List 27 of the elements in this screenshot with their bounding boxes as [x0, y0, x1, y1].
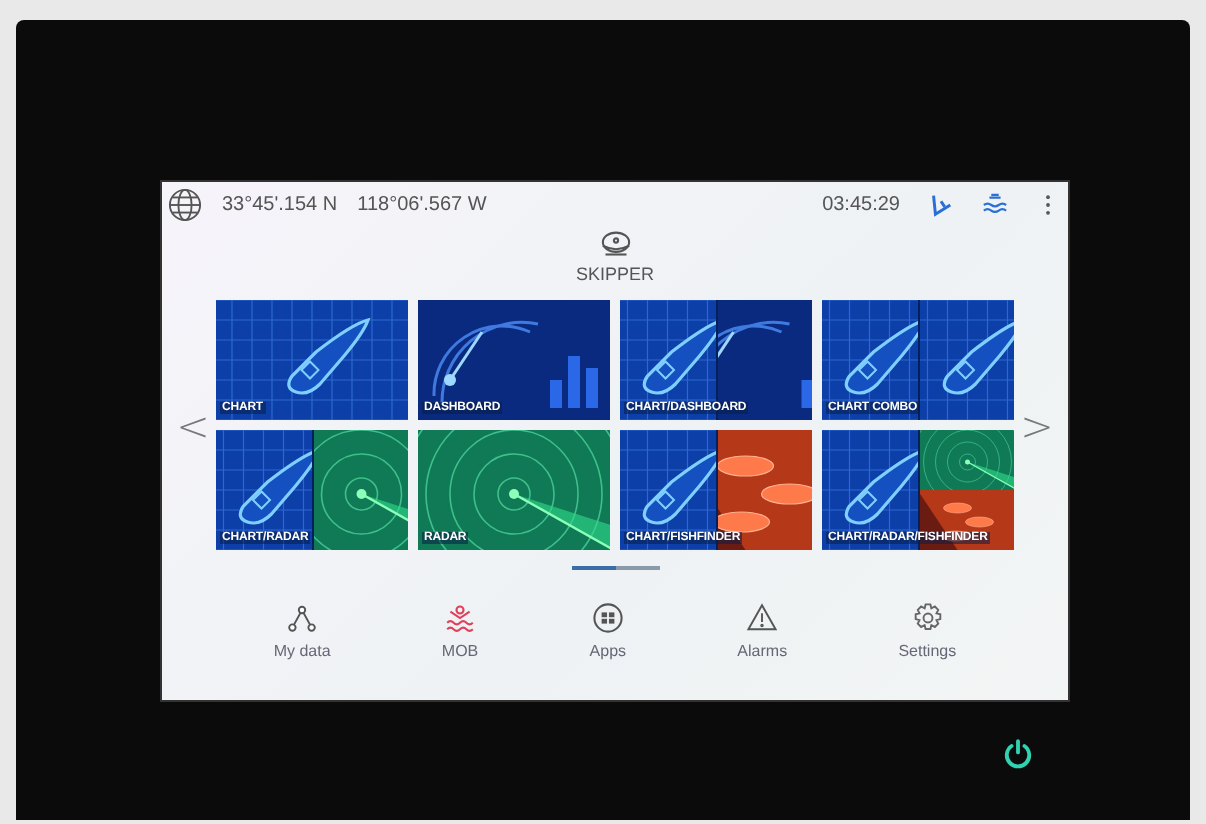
globe-icon[interactable] [168, 187, 202, 221]
profile-name[interactable]: SKIPPER [575, 264, 654, 284]
latitude-text: 33°45'.154 N [222, 193, 338, 215]
power-icon[interactable] [1002, 738, 1034, 770]
chart-preview-drawing [216, 430, 311, 550]
nav-button[interactable]: MOB [441, 602, 479, 660]
more-menu-icon[interactable] [1044, 193, 1052, 215]
clock-time: 03:45:29 [822, 193, 900, 215]
settings-icon [911, 602, 944, 634]
apps-grid-icon [591, 602, 624, 634]
radar-preview-drawing [919, 430, 1014, 490]
captain-hat-icon[interactable] [597, 230, 633, 258]
previous-page-arrow[interactable]: < [170, 401, 216, 449]
boat-waves-icon[interactable] [982, 191, 1008, 217]
warning-triangle-icon [746, 602, 779, 634]
nav-button[interactable]: Settings [898, 602, 957, 660]
person-in-water-icon [444, 602, 477, 634]
nav-button[interactable]: Alarms [737, 602, 788, 660]
chart-preview-drawing [919, 300, 1014, 420]
chart-preview-drawing [822, 300, 917, 420]
longitude-text: 118°06'.567 W [357, 193, 487, 215]
nav-button[interactable]: My data [273, 602, 331, 660]
radar-preview-drawing [313, 430, 408, 550]
steering-arrow-icon[interactable] [928, 191, 954, 217]
next-page-arrow[interactable]: > [1014, 401, 1060, 449]
connected-nodes-icon [286, 602, 319, 634]
nav-button[interactable]: Apps [589, 602, 627, 660]
